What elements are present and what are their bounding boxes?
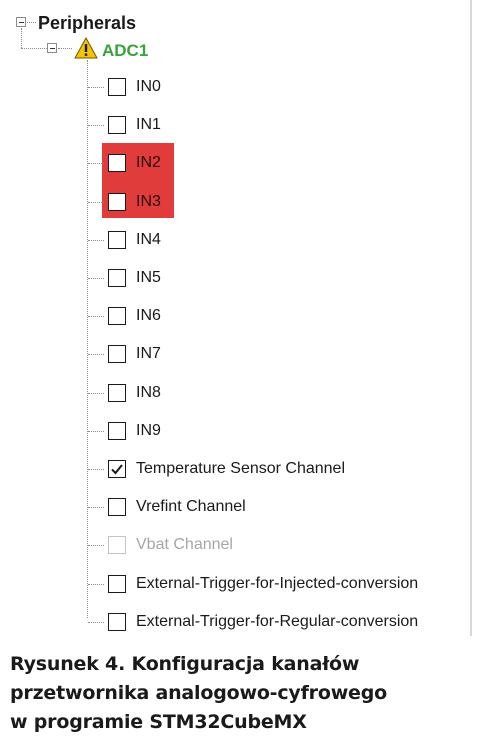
- tree-connector: [88, 507, 104, 508]
- channel-item[interactable]: External-Trigger-for-Regular-conversion: [108, 610, 418, 634]
- check-icon: [111, 464, 123, 475]
- caption-line-2: przetwornika analogowo-cyfrowego: [10, 682, 387, 704]
- channel-label: External-Trigger-for-Injected-conversion: [136, 575, 419, 592]
- tree-connector: [21, 48, 47, 49]
- channel-item: Vbat Channel: [108, 533, 233, 557]
- channel-item[interactable]: IN2: [108, 151, 161, 175]
- channel-item[interactable]: Vrefint Channel: [108, 495, 246, 519]
- tree-connector: [88, 584, 104, 585]
- channel-label: IN3: [136, 193, 161, 210]
- tree-connector: [27, 22, 36, 23]
- tree-connector: [88, 393, 104, 394]
- channel-label: External-Trigger-for-Regular-conversion: [136, 613, 419, 630]
- tree-connector: [88, 469, 104, 470]
- tree-connector: [88, 316, 104, 317]
- checkbox[interactable]: [108, 498, 126, 516]
- tree-connector: [88, 431, 104, 432]
- channel-item[interactable]: IN6: [108, 304, 161, 328]
- channel-item[interactable]: Temperature Sensor Channel: [108, 457, 345, 481]
- caption-line-1: Rysunek 4. Konfiguracja kanałów: [10, 653, 360, 675]
- tree-connector: [88, 202, 104, 203]
- channel-label: IN1: [136, 116, 161, 133]
- checkbox[interactable]: [108, 422, 126, 440]
- checkbox[interactable]: [108, 78, 126, 96]
- channel-item[interactable]: IN8: [108, 381, 161, 405]
- tree-connector: [58, 48, 72, 49]
- root-collapse-icon[interactable]: [16, 17, 26, 27]
- channel-label: IN9: [136, 422, 161, 439]
- channel-item[interactable]: IN9: [108, 419, 161, 443]
- tree-connector: [88, 240, 104, 241]
- adc1-collapse-icon[interactable]: [47, 43, 57, 53]
- panel-edge: [470, 0, 472, 636]
- channel-item[interactable]: IN4: [108, 228, 161, 252]
- adc1-node-label[interactable]: ADC1: [102, 40, 148, 62]
- warning-icon: [74, 37, 98, 59]
- checkbox[interactable]: [108, 307, 126, 325]
- channel-item[interactable]: IN3: [108, 190, 161, 214]
- tree-connector: [88, 545, 104, 546]
- channel-label: Vbat Channel: [136, 536, 233, 553]
- checkbox: [108, 536, 126, 554]
- channel-label: Temperature Sensor Channel: [136, 460, 346, 477]
- channel-label: IN4: [136, 231, 161, 248]
- checkbox[interactable]: [108, 575, 126, 593]
- checkbox[interactable]: [108, 384, 126, 402]
- peripherals-tree-panel: Peripherals ADC1 IN0 IN1 IN2 IN3 IN4 IN5 IN6 IN…: [0, 0, 470, 636]
- tree-root-label[interactable]: Peripherals: [38, 12, 136, 34]
- channel-label: IN7: [136, 345, 161, 362]
- channel-label: IN6: [136, 307, 161, 324]
- checkbox[interactable]: [108, 269, 126, 287]
- checkbox[interactable]: [108, 154, 126, 172]
- tree-connector: [88, 622, 104, 623]
- checkbox[interactable]: [108, 231, 126, 249]
- checkbox-checked[interactable]: [108, 460, 126, 478]
- figure-caption: Rysunek 4. Konfiguracja kanałów przetwor…: [10, 650, 480, 737]
- checkbox[interactable]: [108, 613, 126, 631]
- tree-connector: [87, 60, 88, 618]
- channel-item[interactable]: IN0: [108, 75, 161, 99]
- channel-label: IN5: [136, 269, 161, 286]
- channel-item[interactable]: External-Trigger-for-Injected-conversion: [108, 572, 418, 596]
- channel-item[interactable]: IN5: [108, 266, 161, 290]
- channel-item[interactable]: IN1: [108, 113, 161, 137]
- channel-label: Vrefint Channel: [136, 498, 246, 515]
- channel-item[interactable]: IN7: [108, 342, 161, 366]
- tree-connector: [88, 278, 104, 279]
- tree-connector: [88, 87, 104, 88]
- channel-label: IN0: [136, 78, 161, 95]
- tree-connector: [88, 354, 104, 355]
- checkbox[interactable]: [108, 345, 126, 363]
- caption-line-3: w programie STM32CubeMX: [10, 711, 307, 733]
- tree-connector: [88, 163, 104, 164]
- channel-label: IN8: [136, 384, 161, 401]
- checkbox[interactable]: [108, 193, 126, 211]
- channel-label: IN2: [136, 154, 161, 171]
- tree-connector: [21, 28, 22, 48]
- tree-connector: [88, 125, 104, 126]
- checkbox[interactable]: [108, 116, 126, 134]
